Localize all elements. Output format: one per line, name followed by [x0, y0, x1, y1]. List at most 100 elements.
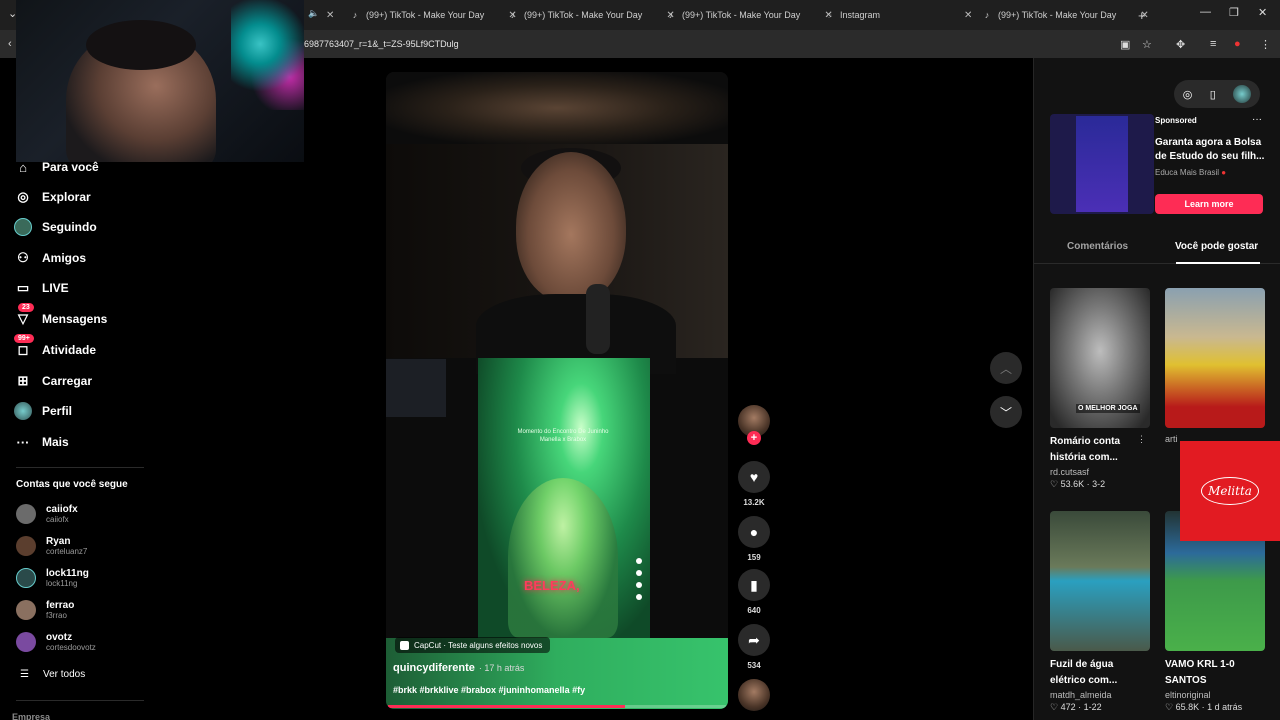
next-video-button[interactable]: ﹀	[990, 396, 1022, 428]
sidebar-item-label: Perfil	[42, 404, 73, 418]
home-icon: ⌂	[19, 159, 27, 175]
followed-account[interactable]: ovotz cortesdoovotz	[16, 632, 96, 652]
card-title[interactable]: Fuzil de água elétrico com...	[1050, 657, 1142, 689]
sidebar-item-friends[interactable]: ⚇ Amigos	[14, 249, 86, 267]
video-top-region	[386, 72, 728, 144]
sponsored-label: Sponsored	[1155, 116, 1197, 125]
sidebar-item-activity[interactable]: ◻ 99+ Atividade	[14, 334, 96, 359]
see-all-button[interactable]: ☰ Ver todos	[20, 669, 85, 680]
melitta-ad-overlay[interactable]: Melitta	[1180, 441, 1280, 541]
more-icon[interactable]: ⋮	[1137, 434, 1146, 445]
webcam-overlay	[16, 0, 304, 162]
avatar[interactable]	[1233, 85, 1252, 103]
right-tabs: Comentários Você pode gostar	[1034, 234, 1280, 264]
upload-icon: ⊞	[17, 373, 29, 388]
browser-tab-5[interactable]: ♪ (99+) TikTok - Make Your Day ✕	[982, 4, 1149, 26]
learn-more-button[interactable]: Learn more	[1155, 194, 1263, 214]
follow-plus-icon[interactable]: +	[747, 431, 761, 445]
creator-avatar-button[interactable]: +	[738, 405, 770, 445]
new-tab-button[interactable]: +	[1138, 4, 1146, 26]
capcut-link[interactable]: CapCut · Teste alguns efeitos novos	[395, 637, 551, 653]
browser-tab-3[interactable]: ♪ (99+) TikTok - Make Your Day ✕	[666, 4, 833, 26]
live-icon: ▭	[16, 280, 30, 295]
video-reaction-cam	[386, 144, 728, 374]
sidebar-item-for-you[interactable]: ⌂ Para você	[14, 158, 99, 176]
card-account[interactable]: rd.cutsasf	[1050, 467, 1150, 477]
ad-image[interactable]	[1050, 114, 1154, 214]
compass-icon[interactable]: ◎	[1183, 88, 1193, 101]
profile-icon[interactable]: ●	[1234, 38, 1241, 50]
card-account[interactable]: matdh_almeida	[1050, 690, 1150, 700]
tab-title: (99+) TikTok - Make Your Day	[682, 10, 801, 20]
browser-tab-4[interactable]: ◌ Instagram ✕	[824, 4, 972, 26]
avatar	[16, 632, 36, 652]
tab-close-0[interactable]: ✕	[326, 4, 334, 26]
video-player[interactable]: Momento do Encontro De Juninho Manella x…	[386, 72, 728, 709]
suggested-video-card[interactable]: Fuzil de água elétrico com... matdh_alme…	[1050, 511, 1150, 713]
save-button[interactable]: ▮ 640	[738, 569, 770, 615]
sidebar-item-explore[interactable]: ◎ Explorar	[14, 188, 90, 206]
close-window-icon[interactable]: ✕	[1258, 6, 1267, 19]
melitta-logo: Melitta	[1201, 477, 1259, 505]
followed-account[interactable]: caiiofx caiiofx	[16, 504, 78, 524]
tab-suggested[interactable]: Você pode gostar	[1175, 241, 1258, 252]
author-name[interactable]: quincydiferente	[393, 662, 475, 674]
comment-button[interactable]: ● 159	[738, 516, 770, 562]
card-stats: ♡ 472 · 1-22	[1050, 702, 1102, 712]
account-handle: f3rrao	[46, 611, 67, 620]
like-button[interactable]: ♥ 13.2K	[738, 461, 770, 507]
card-account[interactable]: eltinoriginal	[1165, 690, 1265, 700]
video-progress-bar[interactable]	[388, 705, 726, 708]
tab-title: (99+) TikTok - Make Your Day	[366, 10, 485, 20]
share-button[interactable]: ➦ 534	[738, 624, 770, 670]
browser-tab-2[interactable]: ♪ (99+) TikTok - Make Your Day ✕	[508, 4, 675, 26]
sidebar-item-following[interactable]: Seguindo	[14, 218, 97, 236]
video-thumbnail[interactable]	[1165, 288, 1265, 428]
suggested-video-card[interactable]: arti	[1165, 288, 1265, 444]
back-icon[interactable]: ‹	[8, 38, 12, 50]
cast-icon[interactable]: ▣	[1120, 38, 1130, 51]
sidebar-item-upload[interactable]: ⊞ Carregar	[14, 372, 92, 390]
previous-video-button[interactable]: ︿	[990, 352, 1022, 384]
phone-icon[interactable]: ▯	[1210, 88, 1216, 101]
account-name: ovotz	[46, 632, 73, 643]
video-thumbnail[interactable]	[1050, 511, 1150, 651]
video-thumbnail[interactable]: O MELHOR JOGA	[1050, 288, 1150, 428]
suggested-video-card[interactable]: VAMO KRL 1-0 SANTOS eltinoriginal ♡ 65.8…	[1165, 511, 1265, 713]
menu-icon[interactable]: ⋮	[1260, 38, 1271, 51]
video-hashtags[interactable]: #brkk #brkklive #brabox #juninhomanella …	[393, 685, 585, 695]
followed-account[interactable]: lock11ng lock11ng	[16, 568, 89, 588]
sidebar-item-more[interactable]: ··· Mais	[14, 433, 69, 451]
followed-account[interactable]: Ryan corteluanz7	[16, 536, 87, 556]
tab-comments[interactable]: Comentários	[1067, 241, 1128, 252]
sidebar-item-live[interactable]: ▭ LIVE	[14, 279, 69, 297]
video-author[interactable]: quincydiferente · 17 h atrás	[393, 662, 524, 674]
suggested-video-card[interactable]: O MELHOR JOGA Romário conta história com…	[1050, 288, 1150, 490]
sidebar-item-label: Mais	[42, 435, 69, 449]
card-title[interactable]: VAMO KRL 1-0 SANTOS	[1165, 657, 1257, 689]
extensions-icon[interactable]: ✥	[1176, 38, 1185, 51]
bookmark-star-icon[interactable]: ☆	[1142, 38, 1152, 51]
capcut-label: CapCut · Teste alguns efeitos novos	[414, 640, 543, 650]
url-field[interactable]: 6987763407_r=1&_t=ZS-95Lf9CTDulg	[304, 39, 459, 49]
media-icon[interactable]: ≡	[1210, 38, 1216, 50]
post-time: · 17 h atrás	[478, 663, 525, 673]
tiktok-icon: ♪	[510, 10, 516, 20]
sidebar-item-messages[interactable]: ▽ 23 Mensagens	[14, 303, 108, 328]
sidebar-item-profile[interactable]: Perfil	[14, 402, 72, 420]
browser-tab-1[interactable]: ♪ (99+) TikTok - Make Your Day ✕	[350, 4, 517, 26]
maximize-icon[interactable]: ❐	[1229, 6, 1239, 19]
sound-avatar-button[interactable]	[738, 679, 770, 711]
account-name: Ryan	[46, 536, 71, 547]
avatar	[16, 504, 36, 524]
ad-title[interactable]: Garanta agora a Bolsa de Estudo do seu f…	[1155, 136, 1265, 164]
minimize-icon[interactable]: —	[1200, 6, 1211, 18]
audio-icon[interactable]: 🔈	[308, 8, 319, 19]
followed-account[interactable]: ferrao f3rrao	[16, 600, 74, 620]
company-link[interactable]: Empresa	[12, 712, 50, 720]
close-icon[interactable]: ✕	[964, 10, 972, 21]
card-title[interactable]: Romário conta história com...	[1050, 434, 1142, 466]
more-icon[interactable]: ···	[1252, 114, 1262, 125]
sidebar-item-label: Mensagens	[42, 312, 108, 326]
list-icon: ☰	[20, 669, 29, 680]
